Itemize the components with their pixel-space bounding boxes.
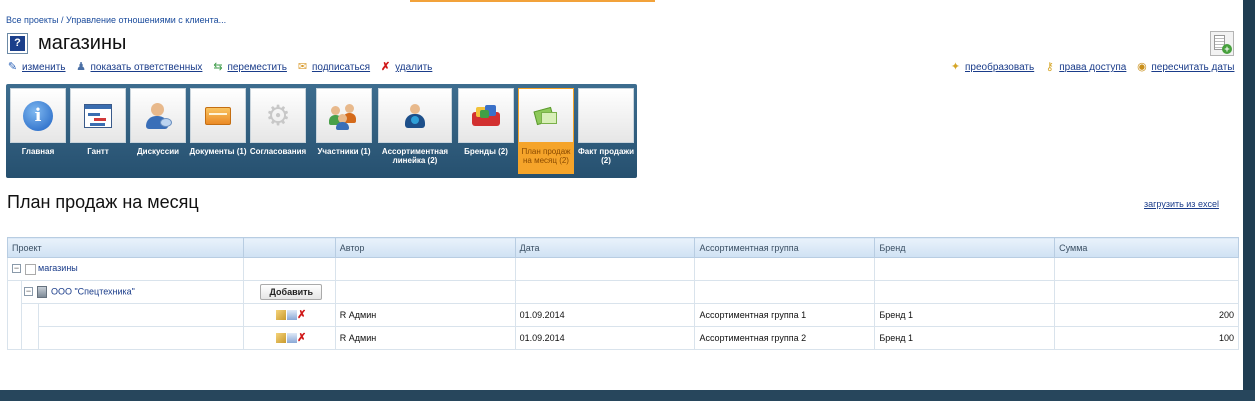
cell-date: 01.09.2014 xyxy=(514,326,696,350)
folder-icon xyxy=(205,106,231,125)
cell-assortment-group: Ассортиментная группа 2 xyxy=(694,326,876,350)
tab-participants[interactable]: Участники (1) xyxy=(316,88,372,174)
access-rights-action[interactable]: ⚷ права доступа xyxy=(1044,61,1127,74)
col-header-author[interactable]: Автор xyxy=(334,237,516,258)
red-x-icon: ✗ xyxy=(380,61,391,73)
blank-icon xyxy=(593,103,619,129)
tab-approvals[interactable]: ⚙ Согласования xyxy=(250,88,306,174)
breadcrumb-link[interactable]: Все проекты / Управление отношениями с к… xyxy=(6,15,226,25)
add-page-icon[interactable]: + xyxy=(1210,31,1234,56)
top-accent-strip xyxy=(410,0,655,2)
cell-brand: Бренд 1 xyxy=(874,303,1056,327)
actions-toolbar-right: ✦ преобразовать ⚷ права доступа ◉ пересч… xyxy=(950,61,1244,74)
add-button[interactable]: Добавить xyxy=(260,284,323,300)
table-header-row: Проект Автор Дата Ассортиментная группа … xyxy=(7,237,1239,258)
col-header-actions xyxy=(242,237,336,258)
copy-icon[interactable] xyxy=(286,310,297,321)
col-header-sum[interactable]: Сумма xyxy=(1054,237,1239,258)
convert-action[interactable]: ✦ преобразовать xyxy=(950,61,1034,74)
delete-action[interactable]: ✗ удалить xyxy=(380,61,432,74)
collapse-toggle[interactable]: − xyxy=(12,264,21,274)
discussion-icon xyxy=(143,101,173,131)
col-header-project[interactable]: Проект xyxy=(7,237,244,258)
tab-brands[interactable]: Бренды (2) xyxy=(458,88,514,174)
section-title: План продаж на месяц xyxy=(7,192,199,212)
show-responsible-action[interactable]: ♟ показать ответственных xyxy=(76,61,202,74)
tree-row-company: − ООО "Спецтехника" Добавить xyxy=(7,280,1239,304)
edit-action[interactable]: ✎ изменить xyxy=(7,61,66,74)
collapse-toggle[interactable]: − xyxy=(23,287,33,297)
gear-icon: ⚙ xyxy=(265,99,291,131)
load-from-excel-link[interactable]: загрузить из excel xyxy=(1144,199,1219,209)
wand-icon: ✦ xyxy=(950,61,961,73)
tab-sales-plan[interactable]: План продаж на месяц (2) xyxy=(518,88,574,174)
company-link[interactable]: ООО "Спецтехника" xyxy=(51,286,135,296)
pencil-icon: ✎ xyxy=(7,61,18,73)
tab-gantt[interactable]: Гантт xyxy=(70,88,126,174)
page-title: магазины xyxy=(38,32,127,54)
cell-author: R Админ xyxy=(334,303,516,327)
move-action[interactable]: ⇆ переместить xyxy=(212,61,287,74)
window-edge xyxy=(1243,0,1255,401)
sales-plan-icon xyxy=(533,105,559,127)
participants-icon xyxy=(329,102,359,130)
copy-icon[interactable] xyxy=(286,333,297,344)
cell-author: R Админ xyxy=(334,326,516,350)
person-icon: ♟ xyxy=(76,61,86,73)
gantt-icon xyxy=(84,103,112,128)
coins-icon: ◉ xyxy=(1137,61,1147,73)
key-icon: ⚷ xyxy=(1045,61,1054,73)
root-project-link[interactable]: магазины xyxy=(38,263,78,273)
info-icon: i xyxy=(23,100,53,131)
row-checkbox[interactable] xyxy=(25,263,36,275)
tree-row-root: − магазины xyxy=(7,257,1239,281)
brands-icon xyxy=(472,104,500,127)
delete-icon[interactable]: ✗ xyxy=(297,333,307,344)
tab-documents[interactable]: Документы (1) xyxy=(190,88,246,174)
module-tab-bar: i Главная Гантт Дискуссии Документы (1) … xyxy=(6,84,637,178)
actions-toolbar: ✎ изменить ♟ показать ответственных ⇆ пе… xyxy=(7,61,442,74)
assortment-icon xyxy=(401,102,429,130)
move-arrows-icon: ⇆ xyxy=(213,61,223,73)
delete-icon[interactable]: ✗ xyxy=(297,310,307,321)
edit-icon[interactable] xyxy=(275,333,286,344)
breadcrumb: Все проекты / Управление отношениями с к… xyxy=(6,15,226,25)
col-header-brand[interactable]: Бренд xyxy=(874,237,1056,258)
edit-icon[interactable] xyxy=(275,310,286,321)
table-row: ✗ R Админ 01.09.2014 Ассортиментная груп… xyxy=(7,326,1239,350)
col-header-date[interactable]: Дата xyxy=(514,237,696,258)
help-icon[interactable]: ? xyxy=(7,33,28,54)
recalc-dates-action[interactable]: ◉ пересчитать даты xyxy=(1136,61,1234,74)
page-header: ? магазины xyxy=(7,32,126,55)
tab-main[interactable]: i Главная xyxy=(10,88,66,174)
col-header-assortment-group[interactable]: Ассортиментная группа xyxy=(694,237,876,258)
building-icon xyxy=(36,286,47,298)
table-row: ✗ R Админ 01.09.2014 Ассортиментная груп… xyxy=(7,303,1239,327)
cell-assortment-group: Ассортиментная группа 1 xyxy=(694,303,876,327)
tab-assortment[interactable]: Ассортиментная линейка (2) xyxy=(378,88,452,174)
cell-sum: 100 xyxy=(1054,326,1239,350)
footer-band xyxy=(0,390,1255,401)
subscribe-action[interactable]: ✉ подписаться xyxy=(297,61,370,74)
tab-discussions[interactable]: Дискуссии xyxy=(130,88,186,174)
cell-sum: 200 xyxy=(1054,303,1239,327)
tab-sales-fact[interactable]: Факт продажи (2) xyxy=(578,88,634,174)
cell-brand: Бренд 1 xyxy=(874,326,1056,350)
envelope-icon: ✉ xyxy=(297,61,308,73)
cell-date: 01.09.2014 xyxy=(514,303,696,327)
sales-plan-table: Проект Автор Дата Ассортиментная группа … xyxy=(7,237,1239,350)
